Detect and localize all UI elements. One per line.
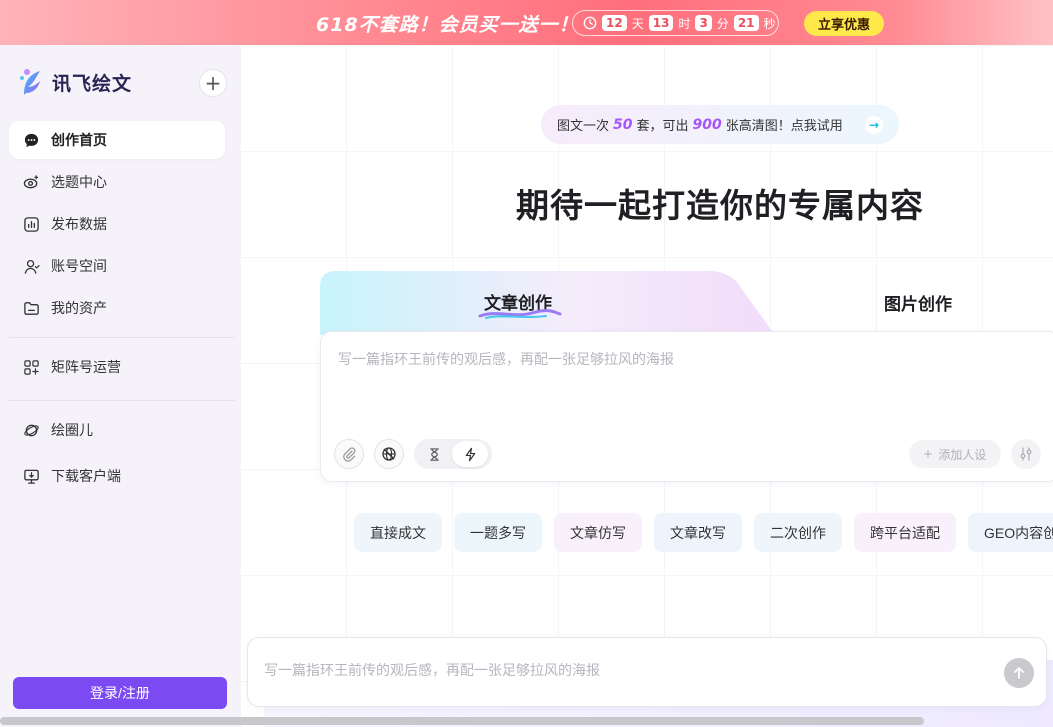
- sidebar-item-label: 我的资产: [51, 301, 107, 317]
- chip-cross-platform[interactable]: 跨平台适配: [854, 513, 956, 552]
- sidebar-item-label: 发布数据: [51, 217, 107, 233]
- countdown-hours-unit: 时: [678, 16, 691, 31]
- composer-box: + 添加人设: [320, 331, 1053, 482]
- add-persona-button[interactable]: + 添加人设: [909, 440, 1001, 468]
- sidebar-divider: [9, 337, 235, 338]
- fast-mode-option[interactable]: [452, 441, 488, 467]
- tab-active-underline: [478, 309, 562, 319]
- tip-number-images: 900: [692, 116, 722, 133]
- sidebar-item-label: 选题中心: [51, 175, 107, 191]
- promo-title: 618不套路！会员买一送一！: [316, 14, 579, 36]
- chip-rewrite[interactable]: 文章改写: [654, 513, 742, 552]
- countdown-minutes: 3: [695, 15, 712, 31]
- sidebar-item-label: 矩阵号运营: [51, 360, 121, 376]
- sidebar-item-topics[interactable]: 选题中心: [9, 163, 225, 201]
- page-headline: 期待一起打造你的专属内容: [516, 186, 924, 225]
- paperclip-icon: [343, 447, 356, 462]
- sidebar-item-community[interactable]: 绘圈儿: [9, 411, 225, 449]
- user-icon: [24, 259, 40, 274]
- bottom-input-box: [247, 637, 1047, 707]
- feather-logo-icon: [20, 69, 40, 95]
- sliders-icon: [1020, 447, 1032, 461]
- countdown-hours: 13: [648, 15, 674, 31]
- sidebar-item-download-client[interactable]: 下载客户端: [9, 457, 225, 495]
- countdown-seconds: 21: [733, 15, 759, 31]
- sidebar-item-label: 创作首页: [51, 133, 107, 149]
- horizontal-scrollbar[interactable]: [0, 717, 924, 725]
- promo-cta-button[interactable]: 立享优惠: [804, 11, 884, 36]
- logo[interactable]: 讯飞绘文: [18, 65, 132, 99]
- countdown-seconds-unit: 秒: [763, 16, 776, 31]
- login-register-button[interactable]: 登录/注册: [13, 677, 227, 709]
- hourglass-icon: [429, 447, 439, 461]
- bottom-prompt-input[interactable]: [264, 663, 984, 679]
- prompt-input[interactable]: [338, 352, 1018, 368]
- promo-banner: 618不套路！会员买一送一！ 12 天 13 时 3 分 21 秒 立享优惠: [0, 0, 1053, 45]
- attach-button[interactable]: [334, 439, 364, 469]
- tab-image-creation[interactable]: 图片创作: [884, 290, 952, 315]
- deep-mode-option[interactable]: [416, 441, 452, 467]
- globe-off-icon: [382, 447, 396, 461]
- countdown-days: 12: [602, 15, 627, 31]
- tip-mid: 套，可出: [636, 119, 689, 134]
- chip-multi-write[interactable]: 一题多写: [454, 513, 542, 552]
- plus-icon: +: [923, 445, 933, 463]
- clock-icon: [583, 16, 597, 30]
- sidebar-divider: [9, 400, 235, 401]
- sidebar-item-label: 账号空间: [51, 259, 107, 275]
- planet-icon: [24, 424, 39, 436]
- add-persona-label: 添加人设: [938, 447, 987, 462]
- arrow-up-icon: [1014, 667, 1024, 679]
- sidebar-item-matrix-ops[interactable]: 矩阵号运营: [9, 348, 225, 386]
- sidebar-item-account-space[interactable]: 账号空间: [9, 247, 225, 285]
- logo-text: 讯飞绘文: [52, 72, 133, 95]
- web-search-button[interactable]: [374, 439, 404, 469]
- speed-mode-toggle[interactable]: [414, 439, 492, 469]
- countdown-minutes-unit: 分: [716, 16, 729, 31]
- sidebar-item-label: 下载客户端: [51, 469, 121, 485]
- sidebar: 讯飞绘文 + 创作首页 选题中心 发布数据 账号空间 我的资产 矩阵号运营 绘圈…: [0, 45, 240, 727]
- tip-prefix: 图文一次: [557, 119, 610, 134]
- sidebar-item-publish-data[interactable]: 发布数据: [9, 205, 225, 243]
- send-button[interactable]: [1004, 658, 1034, 688]
- promo-tip-pill[interactable]: 图文一次 50 套，可出 900 张高清图！点我试用 →: [541, 105, 899, 144]
- grid-icon: [24, 359, 39, 375]
- countdown-days-unit: 天: [631, 16, 644, 31]
- chip-direct-article[interactable]: 直接成文: [354, 513, 442, 552]
- eye-spark-icon: [23, 174, 39, 188]
- chip-geo-content[interactable]: GEO内容创作: [968, 513, 1053, 552]
- sidebar-item-home[interactable]: 创作首页: [9, 121, 225, 159]
- sidebar-item-label: 绘圈儿: [51, 423, 93, 439]
- countdown-timer: 12 天 13 时 3 分 21 秒: [572, 10, 779, 36]
- chat-bubble-icon: [24, 133, 39, 147]
- new-creation-button[interactable]: +: [199, 69, 227, 97]
- lightning-icon: [465, 447, 475, 461]
- chip-imitate[interactable]: 文章仿写: [554, 513, 642, 552]
- main-content: 图文一次 50 套，可出 900 张高清图！点我试用 → 期待一起打造你的专属内…: [240, 45, 1053, 727]
- folder-icon: [24, 301, 39, 315]
- tip-suffix: 张高清图！点我试用: [725, 119, 843, 134]
- arrow-right-icon: →: [865, 116, 883, 134]
- tip-number-sets: 50: [613, 116, 633, 133]
- composer-settings-button[interactable]: [1011, 439, 1041, 469]
- sidebar-item-assets[interactable]: 我的资产: [9, 289, 225, 327]
- chip-secondary-creation[interactable]: 二次创作: [754, 513, 842, 552]
- creation-mode-chips: 直接成文 一题多写 文章仿写 文章改写 二次创作 跨平台适配 GEO内容创作: [354, 513, 1053, 552]
- monitor-download-icon: [24, 469, 39, 484]
- bar-chart-icon: [24, 216, 39, 232]
